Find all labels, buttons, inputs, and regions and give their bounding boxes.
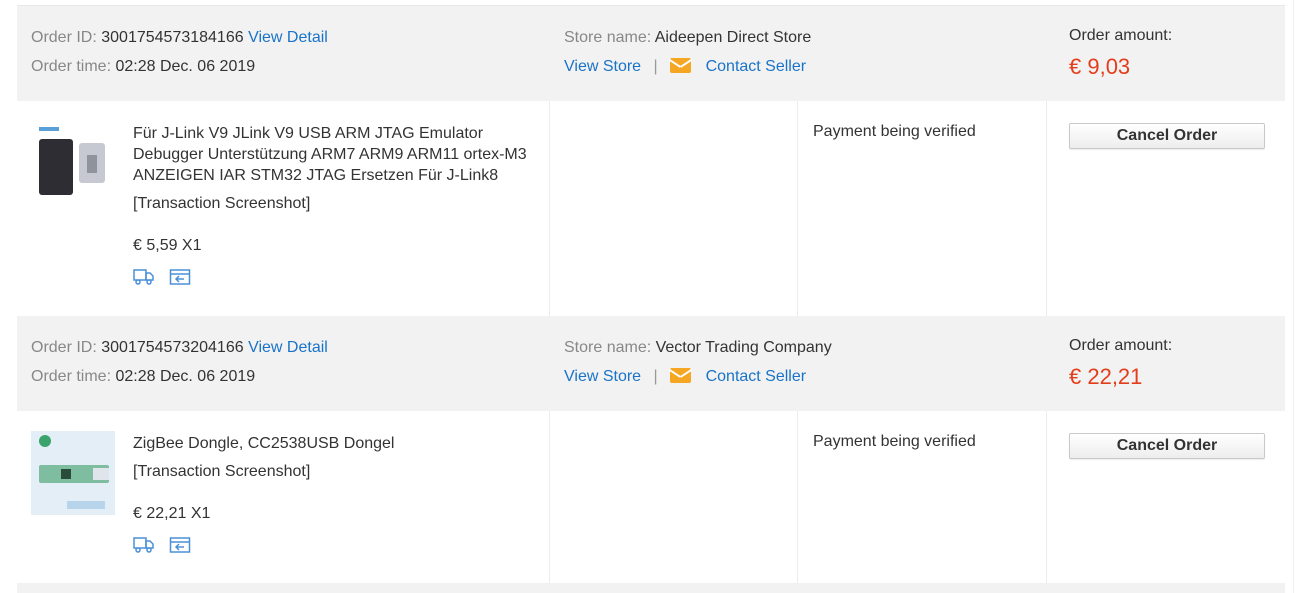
order-amount-text: Order amount: [1069, 27, 1173, 44]
thumbnail-usb-plug [93, 468, 109, 480]
product-icons [133, 536, 543, 553]
product-info: Für J-Link V9 JLink V9 USB ARM JTAG Emul… [133, 123, 543, 285]
order-time-value: 02:28 Dec. 06 2019 [115, 368, 256, 385]
thumbnail-logo [39, 435, 51, 447]
store-name-label: Store name: [564, 29, 652, 46]
order-card: Order ID: 3001754573204166 View Detail O… [17, 316, 1285, 583]
thumbnail-chip [61, 469, 71, 479]
store-name-value: Vector Trading Company [655, 339, 832, 356]
thumbnail-brand-mark [39, 127, 59, 131]
product-title[interactable]: ZigBee Dongle, CC2538USB Dongel [133, 433, 543, 454]
order-amount: € 9,03 [1069, 54, 1131, 79]
contact-seller-link[interactable]: Contact Seller [706, 368, 807, 385]
product-info: ZigBee Dongle, CC2538USB Dongel [Transac… [133, 433, 543, 553]
order-time-label: Order time: [31, 368, 112, 385]
transaction-screenshot-link[interactable]: [Transaction Screenshot] [133, 193, 543, 214]
order-id-label: Order ID: [31, 339, 97, 356]
link-separator: | [653, 368, 658, 385]
mail-icon[interactable] [670, 368, 692, 383]
action-cell: Cancel Order [1047, 101, 1285, 316]
order-amount-text: Order amount: [1069, 337, 1173, 354]
return-icon[interactable] [169, 536, 191, 553]
product-price-qty: € 22,21 X1 [133, 505, 211, 522]
product-icons [133, 268, 543, 285]
order-status: Payment being verified [813, 123, 976, 140]
transaction-screenshot-link[interactable]: [Transaction Screenshot] [133, 461, 543, 482]
store-name-line: Store name: Vector Trading Company [564, 339, 832, 357]
order-list: Order ID: 3001754573184166 View Detail O… [17, 6, 1285, 593]
order-body: ZigBee Dongle, CC2538USB Dongel [Transac… [17, 411, 1285, 583]
product-thumbnail[interactable] [31, 121, 115, 205]
store-actions: View Store | Contact Seller [564, 58, 806, 76]
contact-seller-link[interactable]: Contact Seller [706, 58, 807, 75]
page-scrollbar[interactable] [1293, 0, 1309, 593]
order-amount-label: Order amount: [1069, 27, 1172, 45]
return-icon[interactable] [169, 268, 191, 285]
order-amount-value: € 22,21 [1069, 364, 1142, 390]
order-time-line: Order time: 02:28 Dec. 06 2019 [31, 58, 255, 76]
status-cell: Payment being verified [798, 411, 1047, 583]
store-name-label: Store name: [564, 339, 652, 356]
truck-icon[interactable] [133, 536, 155, 553]
product-cell: Für J-Link V9 JLink V9 USB ARM JTAG Emul… [17, 101, 550, 316]
store-actions: View Store | Contact Seller [564, 368, 806, 386]
empty-cell [550, 101, 798, 316]
view-detail-link[interactable]: View Detail [248, 29, 328, 46]
product-cell: ZigBee Dongle, CC2538USB Dongel [Transac… [17, 411, 550, 583]
cancel-order-button[interactable]: Cancel Order [1069, 433, 1265, 459]
order-body: Für J-Link V9 JLink V9 USB ARM JTAG Emul… [17, 101, 1285, 316]
product-thumbnail[interactable] [31, 431, 115, 515]
store-name-value: Aideepen Direct Store [654, 29, 812, 46]
order-status: Payment being verified [813, 433, 976, 450]
thumbnail-emulator [39, 139, 73, 195]
order-id-label: Order ID: [31, 29, 97, 46]
order-id-line: Order ID: 3001754573184166 View Detail [31, 29, 328, 47]
order-time-line: Order time: 02:28 Dec. 06 2019 [31, 368, 255, 386]
orders-page: Order ID: 3001754573184166 View Detail O… [0, 0, 1309, 593]
product-price-qty: € 5,59 X1 [133, 237, 202, 254]
order-header: Order ID: 3001754573184166 View Detail O… [17, 6, 1285, 101]
order-amount-label: Order amount: [1069, 337, 1172, 355]
store-name-line: Store name: Aideepen Direct Store [564, 29, 811, 47]
order-id-value: 3001754573184166 [101, 29, 244, 46]
order-amount-value: € 9,03 [1069, 54, 1130, 80]
order-header: Order ID: 3001754573204166 View Detail O… [17, 316, 1285, 411]
thumbnail-connector [87, 155, 97, 173]
link-separator: | [653, 58, 658, 75]
status-cell: Payment being verified [798, 101, 1047, 316]
product-title[interactable]: Für J-Link V9 JLink V9 USB ARM JTAG Emul… [133, 123, 543, 186]
mail-icon[interactable] [670, 58, 692, 73]
order-amount: € 22,21 [1069, 364, 1143, 389]
truck-icon[interactable] [133, 268, 155, 285]
action-cell: Cancel Order [1047, 411, 1285, 583]
order-card: Order ID: 3001754573184166 View Detail O… [17, 6, 1285, 316]
thumbnail-caption [67, 501, 105, 509]
cancel-order-button[interactable]: Cancel Order [1069, 123, 1265, 149]
next-order-header-edge [17, 583, 1285, 593]
view-detail-link[interactable]: View Detail [248, 339, 328, 356]
order-id-value: 3001754573204166 [101, 339, 244, 356]
view-store-link[interactable]: View Store [564, 58, 641, 75]
order-time-value: 02:28 Dec. 06 2019 [115, 58, 256, 75]
order-time-label: Order time: [31, 58, 112, 75]
empty-cell [550, 411, 798, 583]
order-id-line: Order ID: 3001754573204166 View Detail [31, 339, 328, 357]
view-store-link[interactable]: View Store [564, 368, 641, 385]
